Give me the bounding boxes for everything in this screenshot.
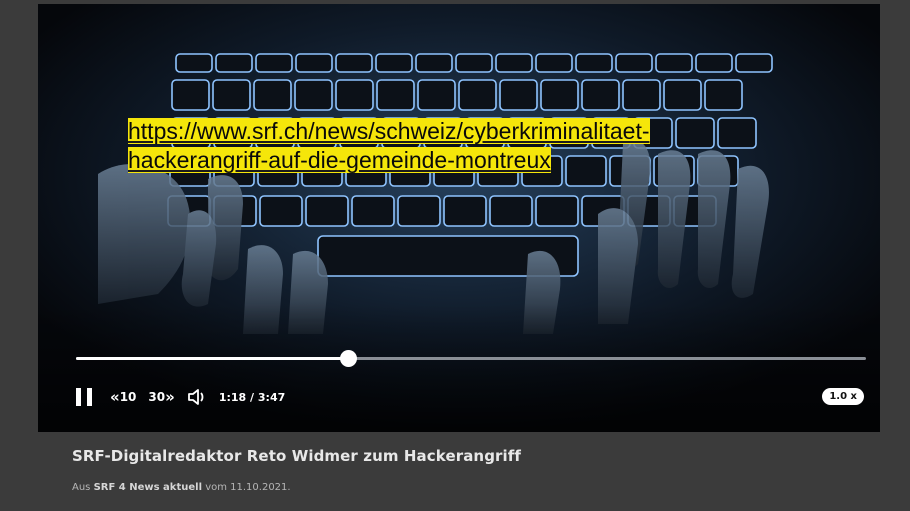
meta-show: SRF 4 News aktuell	[93, 482, 202, 493]
time-current: 1:18	[218, 390, 247, 404]
rewind-10-icon: «	[110, 388, 120, 406]
progress-bar[interactable]	[76, 350, 866, 367]
time-separator: /	[250, 390, 255, 404]
video-player[interactable]: https://www.srf.ch/news/schweiz/cyberkri…	[38, 4, 880, 432]
meta-date: vom 11.10.2021.	[205, 482, 291, 493]
controls-gradient	[38, 304, 880, 432]
playback-speed-button[interactable]: 1.0 x	[822, 388, 864, 405]
meta-prefix: Aus	[72, 482, 91, 493]
progress-fill	[76, 357, 348, 360]
volume-icon[interactable]	[187, 388, 209, 406]
forward-30-button[interactable]: 30»	[148, 388, 174, 406]
player-controls: «10 30» 1:18 / 3:47	[76, 384, 285, 410]
time-total: 3:47	[257, 390, 286, 404]
pause-icon[interactable]	[76, 388, 92, 406]
source-url-line-1[interactable]: https://www.srf.ch/news/schweiz/cyberkri…	[128, 118, 650, 144]
time-display: 1:18 / 3:47	[219, 391, 285, 404]
video-title: SRF-Digitalredaktor Reto Widmer zum Hack…	[72, 447, 522, 465]
forward-30-icon: »	[165, 388, 175, 406]
rewind-10-button[interactable]: «10	[110, 388, 136, 406]
forward-seconds: 30	[148, 390, 166, 404]
rewind-seconds: 10	[119, 390, 137, 404]
source-url-line-2[interactable]: hackerangriff-auf-die-gemeinde-montreux	[128, 147, 551, 173]
progress-handle[interactable]	[339, 350, 357, 367]
video-meta: Aus SRF 4 News aktuell vom 11.10.2021.	[72, 482, 291, 493]
url-overlay[interactable]: https://www.srf.ch/news/schweiz/cyberkri…	[128, 117, 768, 175]
